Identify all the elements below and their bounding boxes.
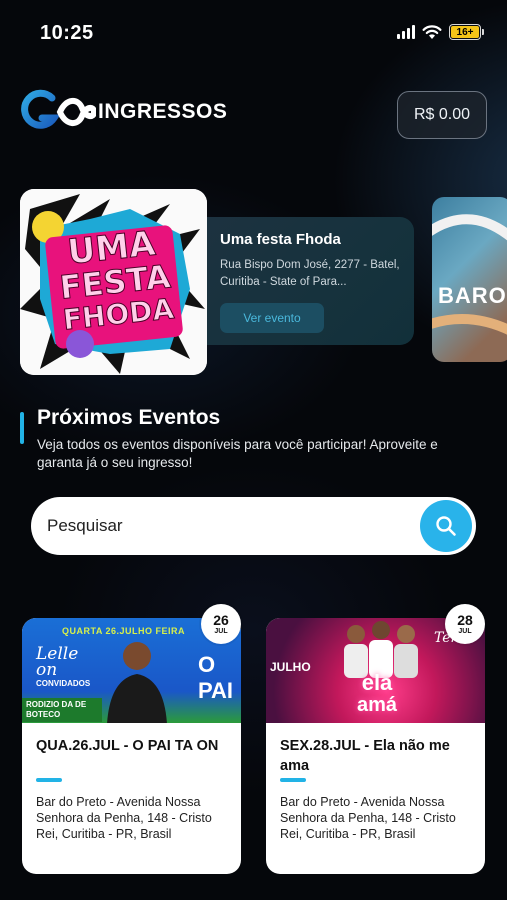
- banner-performer-image: [107, 642, 167, 723]
- banner-title-line-1: ela: [361, 670, 393, 695]
- date-badge: 28 JUL: [445, 604, 485, 644]
- date-month: JUL: [214, 627, 228, 635]
- event-title-underline: [36, 778, 62, 782]
- search-button[interactable]: [420, 500, 472, 552]
- event-title: QUA.26.JUL - O PAI TA ON: [36, 738, 219, 754]
- status-icons: 16+: [397, 24, 484, 40]
- date-badge: 26 JUL: [201, 604, 241, 644]
- wifi-icon: [422, 24, 442, 39]
- section-title: Próximos Eventos: [37, 406, 221, 429]
- banner-left-text: JULHO: [270, 660, 311, 674]
- banner-right-text: O PAI: [198, 652, 234, 703]
- banner-artist: Lelle on: [36, 644, 79, 680]
- battery-level: 16+: [451, 26, 479, 38]
- event-title-underline: [280, 778, 306, 782]
- search-input[interactable]: [47, 507, 417, 545]
- banner-performers-image: [344, 621, 418, 678]
- banner-title-line-2: amá: [356, 694, 398, 716]
- event-address: Bar do Preto - Avenida Nossa Senhora da …: [36, 795, 212, 841]
- event-card[interactable]: 28 JUL JULHO ela amá Terzo SEX.28.JUL - …: [266, 604, 485, 874]
- event-address: Bar do Preto - Avenida Nossa Senhora da …: [280, 795, 456, 841]
- featured-event-address: Rua Bispo Dom José, 2277 - Batel, Curiti…: [220, 259, 400, 288]
- featured-event-card[interactable]: Uma festa Fhoda Rua Bispo Dom José, 2277…: [190, 217, 414, 345]
- battery-icon: 16+: [449, 24, 484, 40]
- search-icon: [436, 516, 456, 536]
- cellular-signal-icon: [397, 25, 415, 39]
- event-card[interactable]: 26 JUL QUARTA 26.JULHO FEIRA Lelle on CO…: [22, 604, 241, 874]
- section-accent-bar: [20, 412, 24, 444]
- featured-event-title: Uma festa Fhoda: [220, 231, 341, 248]
- banner-guests: CONVIDADOS: [36, 679, 91, 688]
- next-event-poster[interactable]: BARO: [432, 197, 507, 362]
- logo-mark-icon: [21, 89, 96, 129]
- date-day: 28: [457, 611, 473, 628]
- balance-button[interactable]: R$ 0.00: [397, 91, 487, 139]
- status-time: 10:25: [40, 22, 94, 44]
- featured-event-poster[interactable]: UMA FESTA FHODA: [20, 189, 207, 375]
- search-bar: [31, 497, 476, 555]
- app-logo[interactable]: INGRESSOS: [20, 88, 227, 136]
- date-day: 26: [213, 611, 229, 628]
- banner-bottom-text: RODIZIO DA DE BOTECO: [22, 698, 102, 722]
- date-month: JUL: [458, 627, 472, 635]
- see-event-button[interactable]: Ver evento: [220, 303, 324, 333]
- next-poster-art: [432, 214, 507, 335]
- logo-text: INGRESSOS: [98, 100, 228, 123]
- event-title: SEX.28.JUL - Ela não me ama: [280, 738, 450, 774]
- section-subtitle: Veja todos os eventos disponíveis para v…: [37, 437, 438, 470]
- status-bar: 10:25 16+: [0, 0, 507, 66]
- next-poster-text: BARO: [438, 283, 507, 308]
